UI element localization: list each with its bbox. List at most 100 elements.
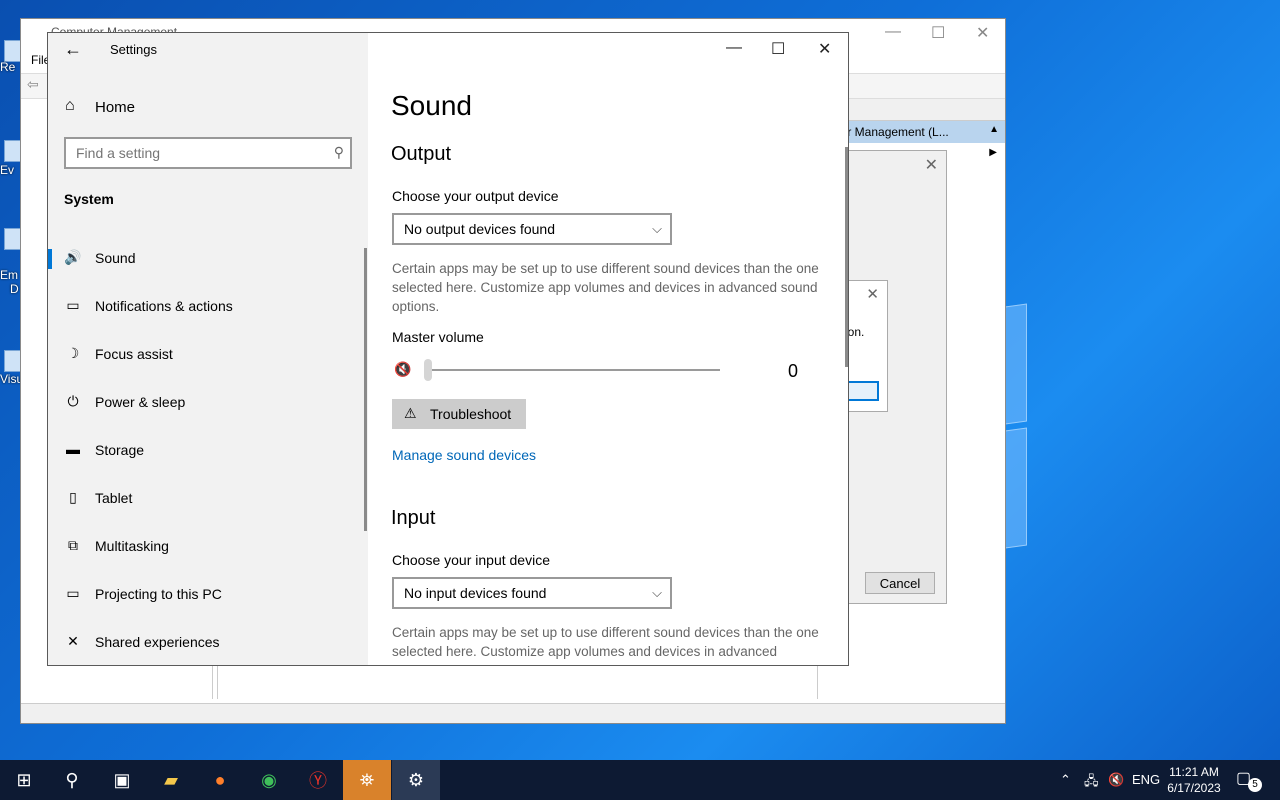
settings-content: — ☐ ✕ Sound Output Choose your output de… (368, 33, 848, 665)
nav-item-sound[interactable]: 🔊 Sound (48, 235, 364, 283)
input-device-dropdown[interactable]: No input devices found ⌵ (392, 577, 672, 609)
close-icon[interactable]: ✕ (818, 39, 831, 59)
volume-slider-thumb[interactable] (424, 359, 432, 381)
close-icon[interactable]: ✕ (976, 23, 989, 43)
search-icon[interactable]: ⚲ (48, 760, 96, 800)
search-icon[interactable]: ⚲ (334, 144, 344, 161)
content-scrollbar[interactable] (845, 147, 848, 367)
nav-item-multitasking[interactable]: ⧉ Multitasking (48, 523, 364, 571)
input-device-value: No input devices found (404, 585, 547, 601)
network-icon[interactable]: 🖧 (1084, 772, 1099, 794)
settings-nav: ← Settings ⌂ Home ⚲ System 🔊 Sound ▭ Not… (48, 33, 368, 665)
maximize-icon[interactable]: ☐ (771, 39, 785, 59)
close-icon[interactable]: ✕ (866, 285, 879, 303)
clock[interactable]: 11:21 AM 6/17/2023 (1166, 764, 1222, 796)
clock-time: 11:21 AM (1169, 765, 1219, 779)
storage-icon: ▬ (66, 441, 80, 457)
nav-item-focus-assist[interactable]: ☽ Focus assist (48, 331, 364, 379)
home-icon: ⌂ (65, 97, 75, 114)
language-indicator[interactable]: ENG (1132, 772, 1160, 787)
minimize-icon[interactable]: — (885, 23, 901, 41)
notification-icon: ▭ (66, 297, 80, 313)
chevron-down-icon: ⌵ (652, 585, 662, 600)
title-bar: ← Settings (48, 33, 368, 67)
nav-label: Shared experiences (95, 634, 220, 650)
nav-item-power-sleep[interactable]: ⏻ Power & sleep (48, 379, 364, 427)
output-heading: Output (391, 143, 452, 165)
home-link[interactable]: ⌂ Home (48, 91, 368, 127)
warning-icon: ⚠ (404, 405, 417, 421)
search-box[interactable]: ⚲ (64, 137, 352, 169)
multitasking-icon: ⧉ (68, 537, 78, 553)
settings-window: ← Settings ⌂ Home ⚲ System 🔊 Sound ▭ Not… (47, 32, 849, 666)
nav-label: Tablet (95, 490, 133, 506)
yandex-browser-icon[interactable]: Ⓨ (294, 760, 342, 800)
output-description: Certain apps may be set up to use differ… (392, 261, 819, 314)
file-explorer-icon[interactable]: ▰ (147, 760, 195, 800)
nav-label: Notifications & actions (95, 298, 233, 314)
nav-label: Sound (95, 250, 136, 266)
app-taskbar-icon[interactable]: ⛯ (343, 760, 391, 800)
search-input[interactable] (66, 139, 316, 167)
collapse-icon[interactable]: ▲ (989, 124, 999, 135)
app-title: Settings (110, 42, 157, 57)
troubleshoot-label: Troubleshoot (430, 406, 512, 422)
home-label: Home (95, 99, 136, 116)
speaker-icon: 🔊 (64, 249, 82, 265)
master-volume-label: Master volume (392, 329, 484, 345)
desktop-label: Em (0, 268, 18, 282)
desktop-label: Re (0, 60, 16, 74)
windows-logo-wallpaper (1005, 303, 1280, 560)
back-arrow-icon[interactable]: ← (64, 39, 82, 60)
speaker-muted-icon[interactable]: 🔇 (394, 361, 411, 378)
chrome-icon[interactable]: ◉ (245, 760, 293, 800)
nav-item-projecting[interactable]: ▭ Projecting to this PC (48, 571, 364, 619)
section-heading: System (64, 191, 114, 207)
firefox-icon[interactable]: ● (196, 760, 244, 800)
desktop-label: Ev (0, 163, 15, 177)
nav-item-notifications[interactable]: ▭ Notifications & actions (48, 283, 364, 331)
nav-label: Storage (95, 442, 145, 458)
shared-icon: ✕ (67, 633, 79, 649)
nav-item-shared-experiences[interactable]: ✕ Shared experiences (48, 619, 364, 665)
settings-gear-icon[interactable]: ⚙ (392, 760, 440, 800)
moon-icon: ☽ (66, 345, 80, 361)
back-icon[interactable]: ⇦ (27, 76, 39, 93)
output-device-dropdown[interactable]: No output devices found ⌵ (392, 213, 672, 245)
close-icon[interactable]: ✕ (925, 155, 938, 175)
power-icon: ⏻ (67, 393, 79, 409)
volume-muted-icon[interactable]: 🔇 (1108, 772, 1124, 788)
notification-badge: 5 (1248, 778, 1262, 792)
page-title: Sound (391, 90, 472, 121)
nav-label: Projecting to this PC (95, 586, 222, 602)
nav-scrollbar[interactable] (364, 248, 367, 531)
output-device-label: Choose your output device (392, 188, 559, 204)
nav-item-tablet[interactable]: ▯ Tablet (48, 475, 364, 523)
projecting-icon: ▭ (66, 585, 80, 601)
chevron-up-icon[interactable]: ⌃ (1060, 772, 1071, 788)
maximize-icon[interactable]: ☐ (931, 23, 945, 43)
nav-label: Focus assist (95, 346, 173, 362)
expand-arrow-icon[interactable]: ▶ (989, 147, 997, 158)
input-description: Certain apps may be set up to use differ… (392, 625, 819, 659)
nav-label: Power & sleep (95, 394, 186, 410)
volume-row: 🔇 0 (392, 357, 812, 385)
input-heading: Input (391, 507, 436, 529)
volume-slider[interactable] (426, 369, 720, 371)
nav-item-storage[interactable]: ▬ Storage (48, 427, 364, 475)
taskbar: ⊞ ⚲ ▣ ▰ ● ◉ Ⓨ ⛯ ⚙ ⌃ 🖧 🔇 ENG 11:21 AM 6/1… (0, 760, 1280, 800)
troubleshoot-button[interactable]: ⚠ Troubleshoot (392, 399, 526, 429)
cancel-button[interactable]: Cancel (865, 572, 935, 594)
chevron-down-icon: ⌵ (652, 221, 662, 236)
computer-management-taskbar-icon[interactable]: ▣ (98, 760, 146, 800)
start-button[interactable]: ⊞ (0, 760, 48, 800)
nav-label: Multitasking (95, 538, 169, 554)
output-device-value: No output devices found (404, 221, 555, 237)
volume-value: 0 (788, 361, 799, 381)
input-device-label: Choose your input device (392, 552, 550, 568)
manage-sound-devices-link[interactable]: Manage sound devices (392, 447, 536, 463)
minimize-icon[interactable]: — (726, 39, 742, 57)
clock-date: 6/17/2023 (1167, 781, 1221, 795)
nav-list: 🔊 Sound ▭ Notifications & actions ☽ Focu… (48, 235, 364, 665)
tablet-icon: ▯ (69, 489, 77, 505)
